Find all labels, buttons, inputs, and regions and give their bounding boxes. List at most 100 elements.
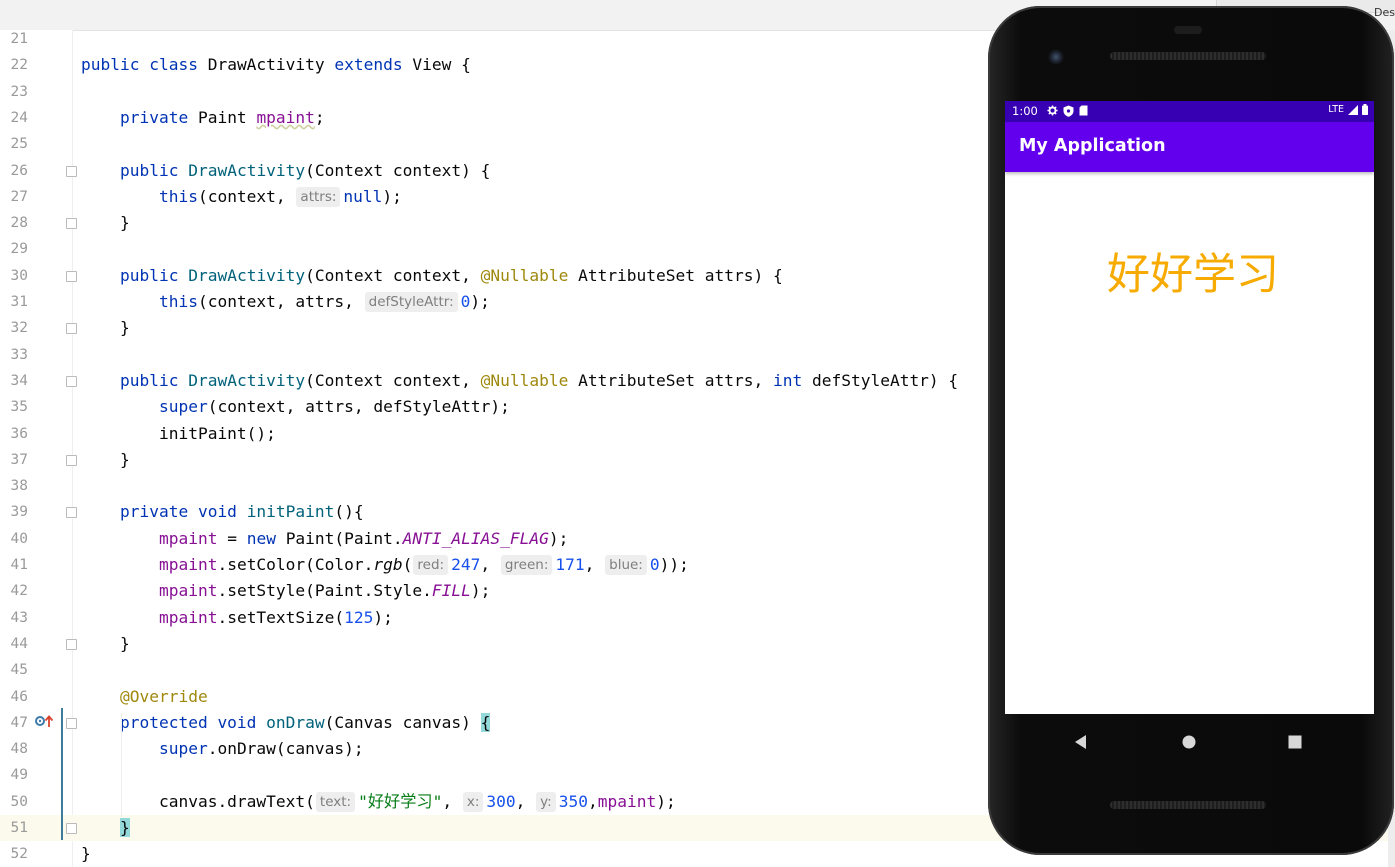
- battery-icon: [1362, 104, 1368, 115]
- code-text[interactable]: mpaint.setTextSize(125);: [81, 605, 393, 631]
- code-text[interactable]: }: [81, 631, 130, 657]
- line-number: 35: [10, 399, 28, 416]
- code-token: super: [158, 739, 208, 759]
- code-text[interactable]: private void initPaint(){: [81, 499, 364, 525]
- code-token: mpaint: [597, 791, 657, 811]
- code-token: mpaint: [158, 607, 218, 627]
- code-text[interactable]: }: [81, 815, 130, 841]
- code-token: 0: [649, 555, 660, 574]
- parameter-hint: defStyleAttr:: [364, 292, 458, 312]
- home-icon[interactable]: [1177, 730, 1201, 754]
- code-text[interactable]: this(context, attrs: null);: [81, 184, 402, 210]
- code-token: onDraw: [266, 712, 325, 732]
- code-token: FILL: [431, 581, 471, 601]
- code-token: extends: [334, 55, 413, 75]
- code-token: );: [548, 528, 569, 548]
- code-text[interactable]: public DrawActivity(Context context, @Nu…: [81, 263, 783, 289]
- code-token: initPaint();: [81, 423, 276, 443]
- code-text[interactable]: mpaint.setStyle(Paint.Style.FILL);: [81, 578, 490, 604]
- code-token: }: [81, 449, 130, 469]
- sd-card-icon: [1079, 105, 1088, 116]
- code-token: public class: [81, 55, 208, 75]
- code-token: ,: [480, 555, 500, 574]
- code-token: mpaint: [158, 555, 218, 574]
- line-number: 24: [10, 109, 28, 126]
- phone-earpiece: [1174, 26, 1202, 34]
- code-token: );: [470, 581, 491, 601]
- line-number: 37: [10, 451, 28, 468]
- top-speaker-grille: [1110, 52, 1266, 60]
- line-number: 50: [10, 793, 28, 810]
- code-token: @Nullable: [480, 370, 579, 390]
- code-text[interactable]: canvas.drawText(text: "好好学习", x: 300, y: 35…: [81, 789, 676, 815]
- device-manager-tab-label[interactable]: Des: [1374, 6, 1395, 19]
- fold-toggle-icon[interactable]: [66, 165, 77, 177]
- code-text[interactable]: mpaint.setColor(Color.rgb(red: 247, green…: [81, 552, 689, 578]
- code-token: }: [81, 213, 130, 233]
- code-token: DrawActivity: [188, 370, 306, 390]
- code-token: super: [158, 397, 208, 417]
- line-number: 36: [10, 425, 28, 442]
- emulator-screen[interactable]: 1:00 LTE My Application 好好学习: [1005, 101, 1374, 714]
- fold-toggle-icon[interactable]: [66, 218, 77, 230]
- app-title: My Application: [1019, 136, 1166, 156]
- override-method-icon[interactable]: [35, 714, 57, 728]
- code-token: }: [81, 633, 130, 653]
- parameter-hint: y:: [536, 791, 556, 812]
- vcs-change-marker[interactable]: [61, 708, 63, 840]
- code-text[interactable]: @Override: [81, 684, 208, 710]
- fold-toggle-icon[interactable]: [66, 323, 77, 335]
- code-text[interactable]: }: [81, 210, 130, 236]
- code-text[interactable]: this(context, attrs, defStyleAttr: 0);: [81, 289, 490, 315]
- network-type-label: LTE: [1328, 104, 1344, 115]
- fold-toggle-icon[interactable]: [66, 507, 77, 519]
- code-text[interactable]: }: [81, 447, 130, 473]
- parameter-hint: green:: [500, 555, 553, 575]
- code-token: Paint: [197, 107, 257, 127]
- code-text[interactable]: mpaint = new Paint(Paint.ANTI_ALIAS_FLAG…: [81, 526, 568, 552]
- line-number: 32: [10, 320, 28, 337]
- back-icon[interactable]: [1069, 730, 1093, 754]
- code-text[interactable]: protected void onDraw(Canvas canvas) {: [81, 710, 491, 736]
- code-text[interactable]: super(context, attrs, defStyleAttr);: [81, 394, 510, 420]
- code-token: );: [656, 791, 676, 811]
- code-token: );: [382, 186, 402, 206]
- code-text[interactable]: private Paint mpaint;: [81, 105, 325, 131]
- code-token: @Override: [119, 686, 208, 706]
- fold-toggle-icon[interactable]: [66, 375, 77, 387]
- line-number: 41: [10, 557, 28, 573]
- recents-icon[interactable]: [1283, 730, 1307, 754]
- fold-toggle-icon[interactable]: [66, 717, 77, 729]
- line-number: 44: [10, 635, 28, 652]
- code-text[interactable]: }: [81, 841, 91, 867]
- line-number: 46: [10, 688, 28, 705]
- code-text[interactable]: public class DrawActivity extends View {: [81, 52, 471, 78]
- code-token: ,: [587, 791, 598, 811]
- code-token: DrawActivity: [207, 55, 335, 75]
- code-token: (Context context,: [305, 265, 481, 285]
- line-number: 25: [10, 136, 28, 153]
- code-token: initPaint: [246, 502, 335, 522]
- code-text[interactable]: public DrawActivity(Context context, @Nu…: [81, 368, 958, 394]
- android-navigation-bar: [1005, 714, 1374, 770]
- line-number: 42: [10, 583, 28, 600]
- line-number: 40: [10, 530, 28, 547]
- code-token: "好好学习": [358, 791, 443, 811]
- fold-toggle-icon[interactable]: [66, 454, 77, 466]
- code-token: }: [119, 818, 130, 837]
- code-text[interactable]: super.onDraw(canvas);: [81, 736, 364, 762]
- code-text[interactable]: initPaint();: [81, 421, 276, 447]
- fold-toggle-icon[interactable]: [66, 270, 77, 282]
- code-text[interactable]: }: [81, 315, 130, 341]
- fold-toggle-icon[interactable]: [66, 823, 77, 834]
- code-token: (Context context,: [305, 370, 481, 390]
- line-number: 22: [10, 57, 28, 74]
- fold-toggle-icon[interactable]: [66, 638, 77, 650]
- code-text[interactable]: public DrawActivity(Context context) {: [81, 158, 490, 184]
- code-token: @Nullable: [480, 265, 579, 285]
